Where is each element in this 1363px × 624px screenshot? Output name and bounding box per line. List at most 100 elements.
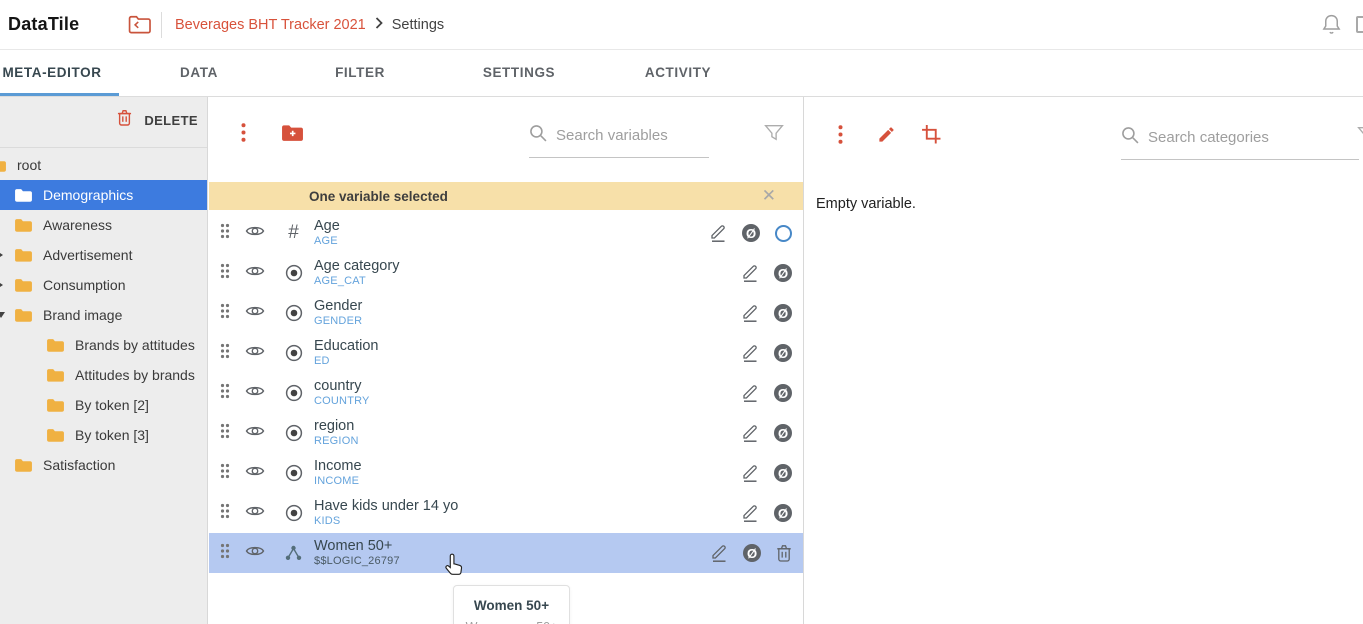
- empty-variable-message: Empty variable.: [816, 196, 916, 212]
- categories-kebab-menu-icon[interactable]: [838, 125, 843, 144]
- variable-title: Education: [314, 339, 379, 354]
- null-toggle-icon[interactable]: Ø: [742, 224, 760, 242]
- variable-row-kids[interactable]: Have kids under 14 yoKIDSØ: [209, 493, 804, 533]
- delete-button[interactable]: DELETE: [117, 109, 198, 131]
- tooltip-title: Women 50+: [464, 598, 559, 613]
- visibility-eye-icon[interactable]: [245, 424, 265, 443]
- breadcrumb-project[interactable]: Beverages BHT Tracker 2021: [175, 17, 366, 33]
- variable-row-country[interactable]: countryCOUNTRYØ: [209, 373, 804, 413]
- visibility-eye-icon[interactable]: [245, 544, 265, 563]
- visibility-eye-icon[interactable]: [245, 224, 265, 243]
- edit-variable-icon[interactable]: [741, 303, 759, 323]
- folder-tree-sidebar: DELETE rootDemographicsAwarenessAdvertis…: [0, 97, 208, 624]
- sidebar-folder-awareness[interactable]: Awareness: [0, 210, 208, 240]
- app-logo: DataTile: [8, 14, 79, 35]
- sidebar-folder-by-token-2-[interactable]: By token [2]: [0, 390, 208, 420]
- variable-title: region: [314, 419, 359, 434]
- variable-code: $$LOGIC_26797: [314, 556, 400, 567]
- edit-variable-pencil-icon[interactable]: [877, 125, 896, 144]
- drag-handle-icon[interactable]: [220, 303, 230, 324]
- sidebar-folder-root[interactable]: root: [0, 150, 208, 180]
- tab-meta-editor[interactable]: META-EDITOR: [2, 65, 101, 80]
- banner-close-icon[interactable]: ✕: [762, 185, 776, 207]
- sidebar-divider: [0, 147, 208, 148]
- add-folder-icon[interactable]: [281, 124, 304, 142]
- folder-icon: [46, 398, 65, 413]
- expand-arrow-icon[interactable]: [0, 251, 3, 259]
- variable-row-age[interactable]: #AgeAGEØ: [209, 213, 804, 253]
- sidebar-folder-satisfaction[interactable]: Satisfaction: [0, 450, 208, 480]
- delete-variable-icon[interactable]: [776, 544, 792, 562]
- categories-panel: Search categories Empty variable.: [805, 97, 1363, 624]
- variable-title: country: [314, 379, 370, 394]
- breadcrumb: Beverages BHT Tracker 2021 Settings: [175, 17, 444, 33]
- tab-data[interactable]: DATA: [180, 65, 218, 80]
- drag-handle-icon[interactable]: [220, 423, 230, 444]
- variable-row-ed[interactable]: EducationEDØ: [209, 333, 804, 373]
- tab-settings[interactable]: SETTINGS: [483, 65, 555, 80]
- variables-kebab-menu-icon[interactable]: [241, 123, 246, 142]
- sidebar-folder-attitudes-by-brands[interactable]: Attitudes by brands: [0, 360, 208, 390]
- categories-filter-icon[interactable]: [1357, 126, 1363, 144]
- clipped-header-icon[interactable]: [1356, 16, 1363, 33]
- categories-search-input[interactable]: Search categories: [1121, 126, 1269, 149]
- visibility-eye-icon[interactable]: [245, 384, 265, 403]
- variable-row-region[interactable]: regionREGIONØ: [209, 413, 804, 453]
- variables-search-input[interactable]: Search variables: [529, 124, 668, 147]
- collapse-arrow-icon[interactable]: [0, 312, 5, 318]
- tab-activity[interactable]: ACTIVITY: [645, 65, 711, 80]
- crop-icon[interactable]: [921, 124, 941, 144]
- variable-row-age-cat[interactable]: Age categoryAGE_CATØ: [209, 253, 804, 293]
- variable-row-income[interactable]: IncomeINCOMEØ: [209, 453, 804, 493]
- visibility-eye-icon[interactable]: [245, 264, 265, 283]
- drag-handle-icon[interactable]: [220, 383, 230, 404]
- sidebar-folder-consumption[interactable]: Consumption: [0, 270, 208, 300]
- select-radio-icon[interactable]: [775, 225, 792, 242]
- edit-variable-icon[interactable]: [709, 223, 727, 243]
- null-toggle-icon[interactable]: Ø: [774, 384, 792, 402]
- edit-variable-icon[interactable]: [710, 543, 728, 563]
- null-toggle-icon[interactable]: Ø: [743, 544, 761, 562]
- drag-handle-icon[interactable]: [220, 463, 230, 484]
- variable-row-gender[interactable]: GenderGENDERØ: [209, 293, 804, 333]
- edit-variable-icon[interactable]: [741, 423, 759, 443]
- sidebar-folder-brands-by-attitudes[interactable]: Brands by attitudes: [0, 330, 208, 360]
- edit-variable-icon[interactable]: [741, 463, 759, 483]
- tooltip-subtitle: Women age 50+: [464, 620, 559, 624]
- null-toggle-icon[interactable]: Ø: [774, 344, 792, 362]
- folder-label: By token [3]: [75, 427, 149, 443]
- back-to-projects-icon[interactable]: [128, 15, 152, 40]
- drag-handle-icon[interactable]: [220, 503, 230, 524]
- variable-row--logic-26797[interactable]: Women 50+$$LOGIC_26797Ø: [209, 533, 804, 573]
- edit-variable-icon[interactable]: [741, 343, 759, 363]
- null-toggle-icon[interactable]: Ø: [774, 304, 792, 322]
- null-toggle-icon[interactable]: Ø: [774, 464, 792, 482]
- edit-variable-icon[interactable]: [741, 383, 759, 403]
- drag-handle-icon[interactable]: [220, 543, 230, 564]
- variable-tooltip: Women 50+ Women age 50+: [453, 585, 570, 624]
- sidebar-folder-advertisement[interactable]: Advertisement: [0, 240, 208, 270]
- visibility-eye-icon[interactable]: [245, 344, 265, 363]
- drag-handle-icon[interactable]: [220, 263, 230, 284]
- visibility-eye-icon[interactable]: [245, 464, 265, 483]
- null-toggle-icon[interactable]: Ø: [774, 504, 792, 522]
- null-toggle-icon[interactable]: Ø: [774, 424, 792, 442]
- expand-arrow-icon[interactable]: [0, 281, 3, 289]
- sidebar-folder-brand-image[interactable]: Brand image: [0, 300, 208, 330]
- visibility-eye-icon[interactable]: [245, 304, 265, 323]
- visibility-eye-icon[interactable]: [245, 504, 265, 523]
- variables-filter-icon[interactable]: [764, 124, 784, 142]
- sidebar-folder-demographics[interactable]: Demographics: [0, 180, 208, 210]
- folder-label: By token [2]: [75, 397, 149, 413]
- tab-filter[interactable]: FILTER: [335, 65, 385, 80]
- drag-handle-icon[interactable]: [220, 223, 230, 244]
- folder-icon: [14, 278, 33, 293]
- sidebar-folder-by-token-3-[interactable]: By token [3]: [0, 420, 208, 450]
- breadcrumb-section: Settings: [392, 17, 444, 33]
- variables-list: #AgeAGEØAge categoryAGE_CATØGenderGENDER…: [209, 213, 804, 573]
- drag-handle-icon[interactable]: [220, 343, 230, 364]
- edit-variable-icon[interactable]: [741, 263, 759, 283]
- edit-variable-icon[interactable]: [741, 503, 759, 523]
- null-toggle-icon[interactable]: Ø: [774, 264, 792, 282]
- notifications-bell-icon[interactable]: [1321, 13, 1342, 41]
